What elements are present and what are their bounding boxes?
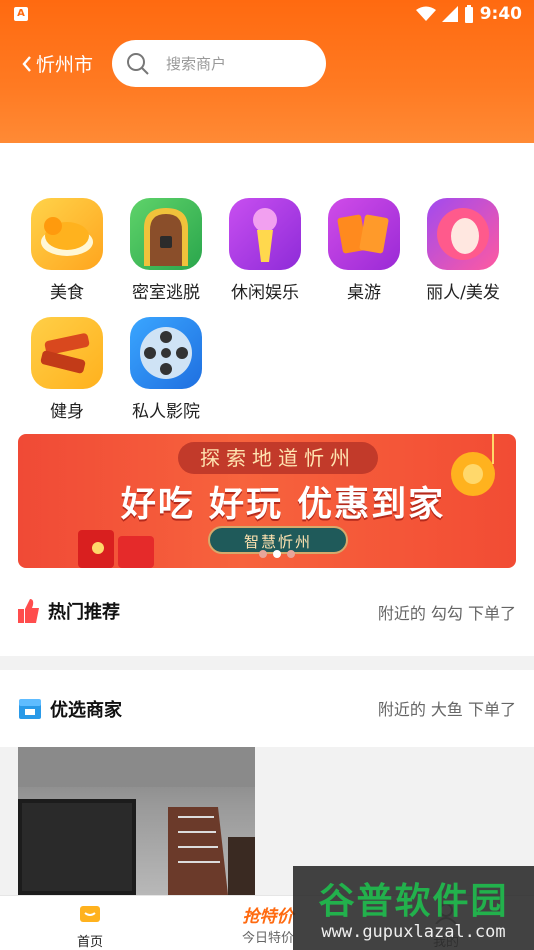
nav-home[interactable]: 首页 (40, 902, 140, 950)
pagination-dot (259, 550, 267, 558)
category-label: 桌游 (347, 283, 381, 303)
watermark: 谷普软件园 www.gupuxlazal.com (293, 866, 534, 950)
category-fitness[interactable]: 健身 (22, 317, 112, 422)
pagination-dot (287, 550, 295, 558)
status-bar: A 9:40 (0, 0, 534, 30)
city-selector[interactable]: 忻州市 (22, 50, 93, 77)
featured-activity-text: 附近的 大鱼 下单了 (377, 700, 516, 719)
category-beauty[interactable]: 丽人/美发 (418, 198, 508, 303)
battery-icon (464, 5, 473, 23)
back-chevron-icon[interactable] (22, 55, 32, 73)
wifi-icon (415, 6, 436, 21)
thumbs-up-icon (18, 599, 39, 623)
category-label: 美食 (50, 283, 84, 303)
food-icon (31, 198, 103, 270)
pagination-dot-active (273, 550, 281, 558)
featured-title: 优选商家 (18, 696, 122, 722)
search-icon (127, 52, 149, 75)
banner-pagination (259, 550, 295, 558)
category-label: 丽人/美发 (426, 283, 500, 303)
signal-icon (441, 6, 458, 22)
hot-title-label: 热门推荐 (48, 602, 120, 623)
hot-recommend-title: 热门推荐 (18, 598, 120, 624)
film-reel-icon (130, 317, 202, 389)
hot-activity-text: 附近的 勾勾 下单了 (377, 604, 516, 623)
banner-main-text: 好吃 好玩 优惠到家 (120, 485, 446, 525)
category-entertainment[interactable]: 休闲娱乐 (220, 198, 310, 303)
home-icon (80, 906, 100, 922)
category-label: 私人影院 (132, 402, 200, 422)
store-icon (19, 699, 41, 719)
promo-banner[interactable]: 探索地道忻州 好吃 好玩 优惠到家 智慧忻州 (18, 434, 516, 568)
microphone-icon (229, 198, 301, 270)
cards-icon (328, 198, 400, 270)
search-input[interactable]: 搜索商户 (112, 40, 326, 87)
main-content: 美食 密室逃脱 休闲娱乐 桌游 丽人/美发 健身 私人影院 探索地道忻州 好吃 … (0, 143, 534, 656)
category-label: 休闲娱乐 (231, 283, 299, 303)
merchant-photo[interactable] (18, 747, 255, 895)
watermark-url: www.gupuxlazal.com (321, 922, 506, 942)
category-food[interactable]: 美食 (22, 198, 112, 303)
featured-section: 优选商家 附近的 大鱼 下单了 (0, 670, 534, 747)
nav-label: 首页 (76, 935, 103, 950)
header: A 9:40 忻州市 搜索商户 (0, 0, 534, 143)
featured-title-label: 优选商家 (50, 700, 122, 721)
category-label: 密室逃脱 (132, 283, 200, 303)
search-placeholder: 搜索商户 (166, 55, 227, 73)
watermark-title: 谷普软件园 (318, 881, 509, 922)
clock: 9:40 (479, 4, 522, 24)
app-notification-icon: A (14, 7, 28, 21)
category-escape-room[interactable]: 密室逃脱 (121, 198, 211, 303)
dumbbell-icon (31, 317, 103, 389)
red-envelopes-icon (78, 530, 154, 568)
city-label: 忻州市 (36, 54, 94, 76)
escape-room-icon (130, 198, 202, 270)
category-label: 健身 (50, 402, 84, 422)
beauty-icon (427, 198, 499, 270)
banner-top-text: 探索地道忻州 (178, 442, 378, 474)
category-board-games[interactable]: 桌游 (319, 198, 409, 303)
category-private-cinema[interactable]: 私人影院 (121, 317, 211, 422)
